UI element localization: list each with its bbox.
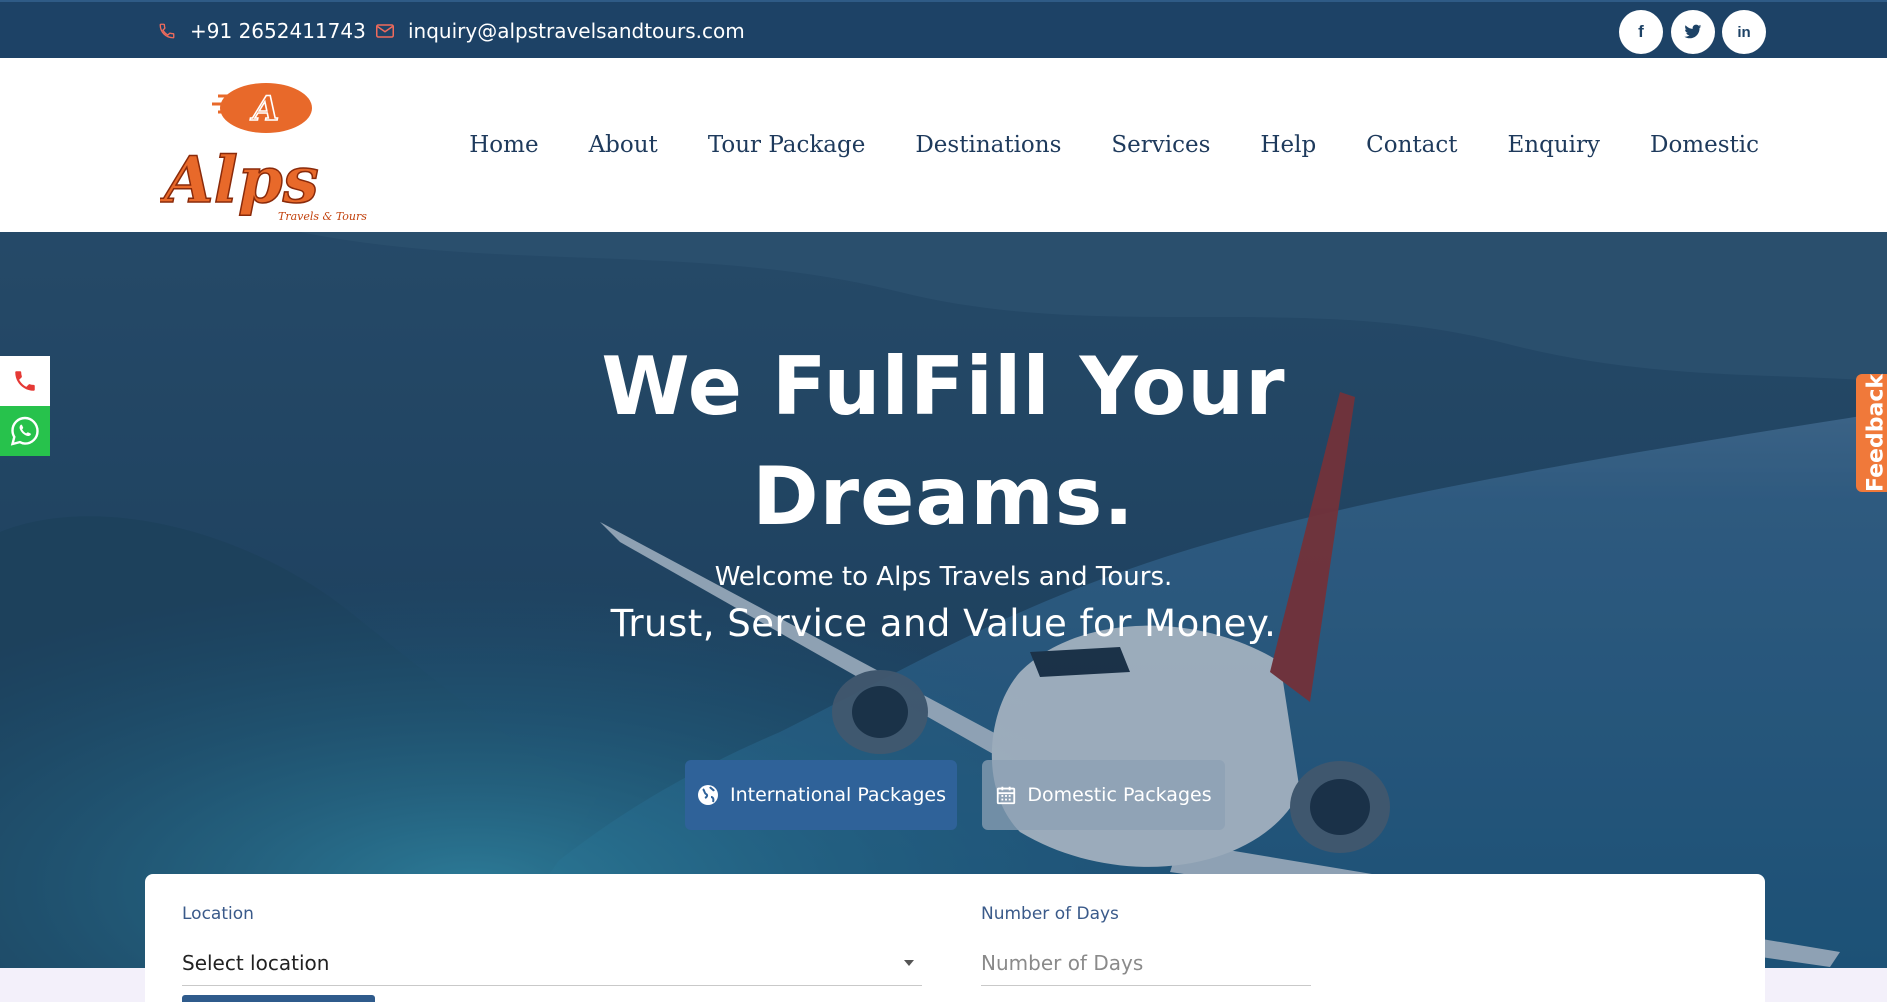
calendar-icon — [997, 786, 1016, 805]
hero-headline-line-1: We FulFill Your — [601, 340, 1286, 433]
twitter-icon — [1684, 24, 1702, 39]
phone-icon — [159, 23, 175, 39]
hero-headline-line-2: Dreams. — [752, 450, 1135, 543]
nav-contact[interactable]: Contact — [1366, 132, 1457, 158]
twitter-button[interactable] — [1671, 10, 1715, 54]
logo-mark-text: A — [250, 89, 279, 129]
linkedin-button[interactable]: in — [1722, 10, 1766, 54]
globe-icon — [698, 785, 719, 805]
email-address: inquiry@alpstravelsandtours.com — [408, 19, 745, 43]
top-bar: +91 2652411743 inquiry@alpstravelsandtou… — [0, 0, 1887, 58]
nav-services[interactable]: Services — [1111, 132, 1210, 158]
main-nav: Home About Tour Package Destinations Ser… — [419, 58, 1759, 232]
international-packages-label: International Packages — [730, 784, 946, 806]
international-packages-button[interactable]: International Packages — [685, 760, 957, 830]
facebook-icon: f — [1638, 22, 1644, 41]
chevron-down-icon — [904, 960, 914, 966]
call-button[interactable] — [0, 356, 50, 406]
search-button-edge[interactable] — [182, 995, 375, 1002]
site-header: A Alps Travels & Tours Home About Tour P… — [0, 58, 1887, 232]
email-contact[interactable]: inquiry@alpstravelsandtours.com — [376, 2, 745, 60]
whatsapp-button[interactable] — [0, 406, 50, 456]
nav-about[interactable]: About — [589, 132, 658, 158]
alps-logo[interactable]: A Alps Travels & Tours — [158, 72, 370, 223]
phone-icon — [15, 371, 35, 391]
number-of-days-input[interactable] — [981, 940, 1311, 986]
hero-welcome-text: Welcome to Alps Travels and Tours. — [714, 562, 1173, 592]
nav-enquiry[interactable]: Enquiry — [1508, 132, 1600, 158]
domestic-packages-button[interactable]: Domestic Packages — [982, 760, 1225, 830]
feedback-tab[interactable]: Feedback — [1856, 374, 1887, 492]
logo-name-text: Alps — [160, 143, 319, 218]
location-label: Location — [182, 904, 254, 924]
hero-tagline: Trust, Service and Value for Money. — [610, 602, 1277, 645]
hero-headline: We FulFill Your Dreams. — [0, 332, 1887, 552]
nav-destinations[interactable]: Destinations — [915, 132, 1061, 158]
nav-home[interactable]: Home — [469, 132, 538, 158]
logo-tagline-text: Travels & Tours — [278, 210, 367, 222]
mail-icon — [376, 24, 394, 38]
phone-contact[interactable]: +91 2652411743 — [158, 2, 366, 60]
location-selected-value: Select location — [182, 950, 330, 975]
linkedin-icon: in — [1737, 23, 1751, 41]
phone-number: +91 2652411743 — [190, 19, 366, 43]
whatsapp-icon — [10, 416, 39, 446]
nav-domestic[interactable]: Domestic — [1650, 132, 1759, 158]
nav-tour-package[interactable]: Tour Package — [708, 132, 866, 158]
facebook-button[interactable]: f — [1619, 10, 1663, 54]
number-of-days-label: Number of Days — [981, 904, 1119, 924]
location-select[interactable]: Select location — [182, 940, 922, 986]
nav-help[interactable]: Help — [1260, 132, 1316, 158]
feedback-label: Feedback — [1863, 374, 1887, 492]
package-search-panel: Location Select location Number of Days — [145, 874, 1765, 1002]
domestic-packages-label: Domestic Packages — [1027, 784, 1212, 806]
